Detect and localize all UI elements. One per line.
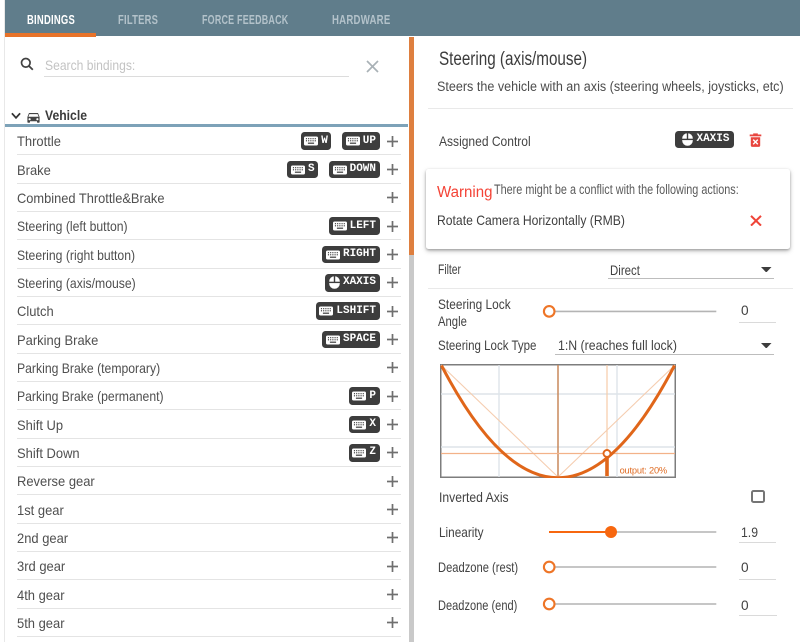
svg-text:output: 20%: output: 20%: [620, 466, 667, 476]
